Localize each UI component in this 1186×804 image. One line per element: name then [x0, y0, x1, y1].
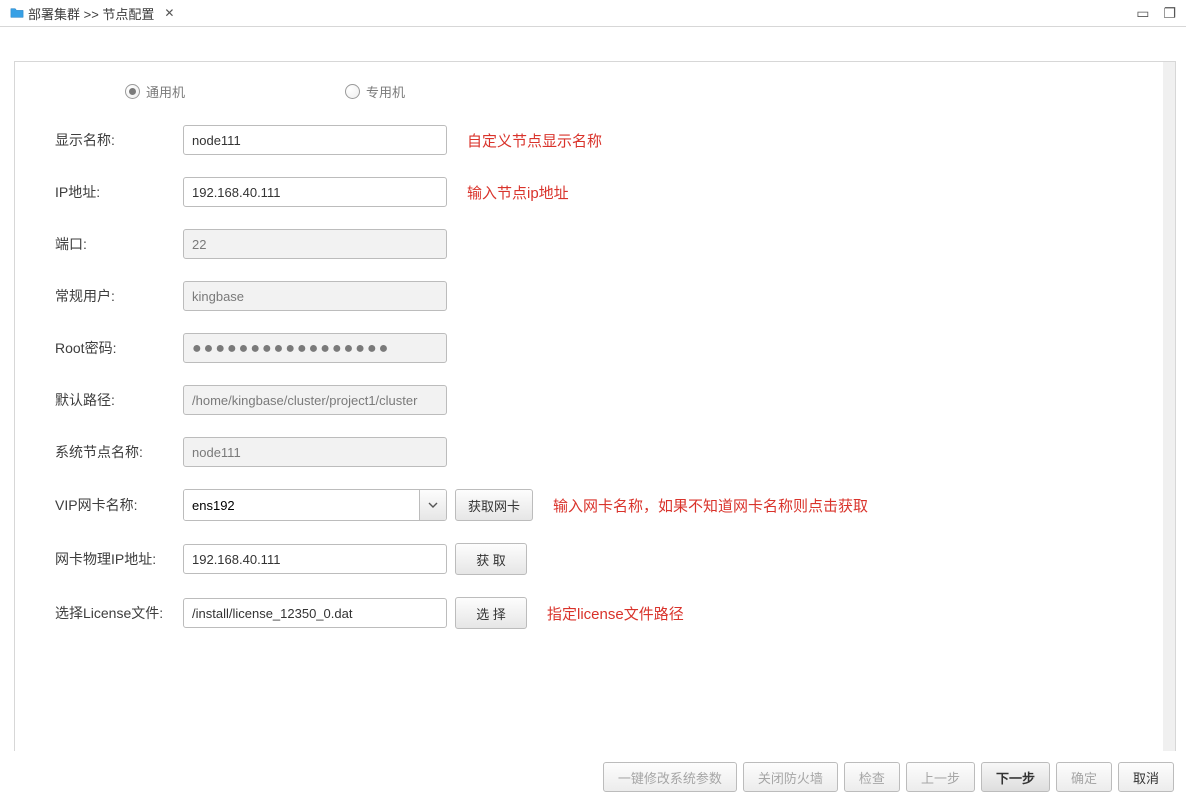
radio-selected-icon	[125, 84, 140, 99]
root-password-input[interactable]: ●●●●●●●●●●●●●●●●●	[183, 333, 447, 363]
vip-nic-input[interactable]	[184, 490, 419, 520]
get-nic-button[interactable]: 获取网卡	[455, 489, 533, 521]
hint-license: 指定license文件路径	[547, 603, 684, 624]
label-vip-nic: VIP网卡名称:	[55, 495, 183, 515]
folder-icon	[10, 6, 24, 20]
license-input[interactable]	[183, 598, 447, 628]
next-button[interactable]: 下一步	[981, 762, 1050, 792]
label-default-path: 默认路径:	[55, 390, 183, 410]
vip-nic-combo[interactable]	[183, 489, 447, 521]
close-firewall-button[interactable]: 关闭防火墙	[743, 762, 838, 792]
modify-params-button[interactable]: 一键修改系统参数	[603, 762, 737, 792]
radio-special-label: 专用机	[366, 82, 405, 101]
nic-ip-input[interactable]	[183, 544, 447, 574]
hint-display-name: 自定义节点显示名称	[467, 130, 602, 151]
user-input	[183, 281, 447, 311]
close-icon[interactable]: ✕	[164, 6, 174, 20]
radio-unselected-icon	[345, 84, 360, 99]
radio-general[interactable]: 通用机	[125, 82, 185, 101]
label-license: 选择License文件:	[55, 603, 183, 623]
tab-strip: 部署集群 >> 节点配置 ✕ ▭ ❐	[0, 0, 1186, 27]
prev-button[interactable]: 上一步	[906, 762, 975, 792]
minimize-icon[interactable]: ▭	[1136, 5, 1149, 22]
label-ip: IP地址:	[55, 182, 183, 202]
maximize-icon[interactable]: ❐	[1163, 5, 1176, 22]
label-port: 端口:	[55, 234, 183, 254]
tab-node-config[interactable]: 部署集群 >> 节点配置 ✕	[4, 2, 180, 25]
get-ip-button[interactable]: 获 取	[455, 543, 527, 575]
label-root-password: Root密码:	[55, 338, 183, 358]
window-controls: ▭ ❐	[1136, 5, 1186, 22]
default-path-input	[183, 385, 447, 415]
radio-general-label: 通用机	[146, 82, 185, 101]
ip-input[interactable]	[183, 177, 447, 207]
label-display-name: 显示名称:	[55, 130, 183, 150]
display-name-input[interactable]	[183, 125, 447, 155]
form-panel: 通用机 专用机 显示名称: 自定义节点显示名称 IP地址: 输入节点ip地址 端…	[14, 61, 1176, 751]
machine-type-group: 通用机 专用机	[125, 82, 1135, 101]
label-nic-ip: 网卡物理IP地址:	[55, 549, 183, 569]
hint-vip-nic: 输入网卡名称，如果不知道网卡名称则点击获取	[553, 495, 868, 516]
choose-license-button[interactable]: 选 择	[455, 597, 527, 629]
check-button[interactable]: 检查	[844, 762, 900, 792]
chevron-down-icon[interactable]	[419, 490, 446, 520]
hint-ip: 输入节点ip地址	[467, 182, 569, 203]
port-input	[183, 229, 447, 259]
footer-buttons: 一键修改系统参数 关闭防火墙 检查 上一步 下一步 确定 取消	[603, 762, 1174, 792]
radio-special[interactable]: 专用机	[345, 82, 405, 101]
sys-node-input	[183, 437, 447, 467]
cancel-button[interactable]: 取消	[1118, 762, 1174, 792]
tab-title: 部署集群 >> 节点配置	[28, 4, 154, 23]
label-user: 常规用户:	[55, 286, 183, 306]
ok-button[interactable]: 确定	[1056, 762, 1112, 792]
label-sys-node: 系统节点名称:	[55, 442, 183, 462]
